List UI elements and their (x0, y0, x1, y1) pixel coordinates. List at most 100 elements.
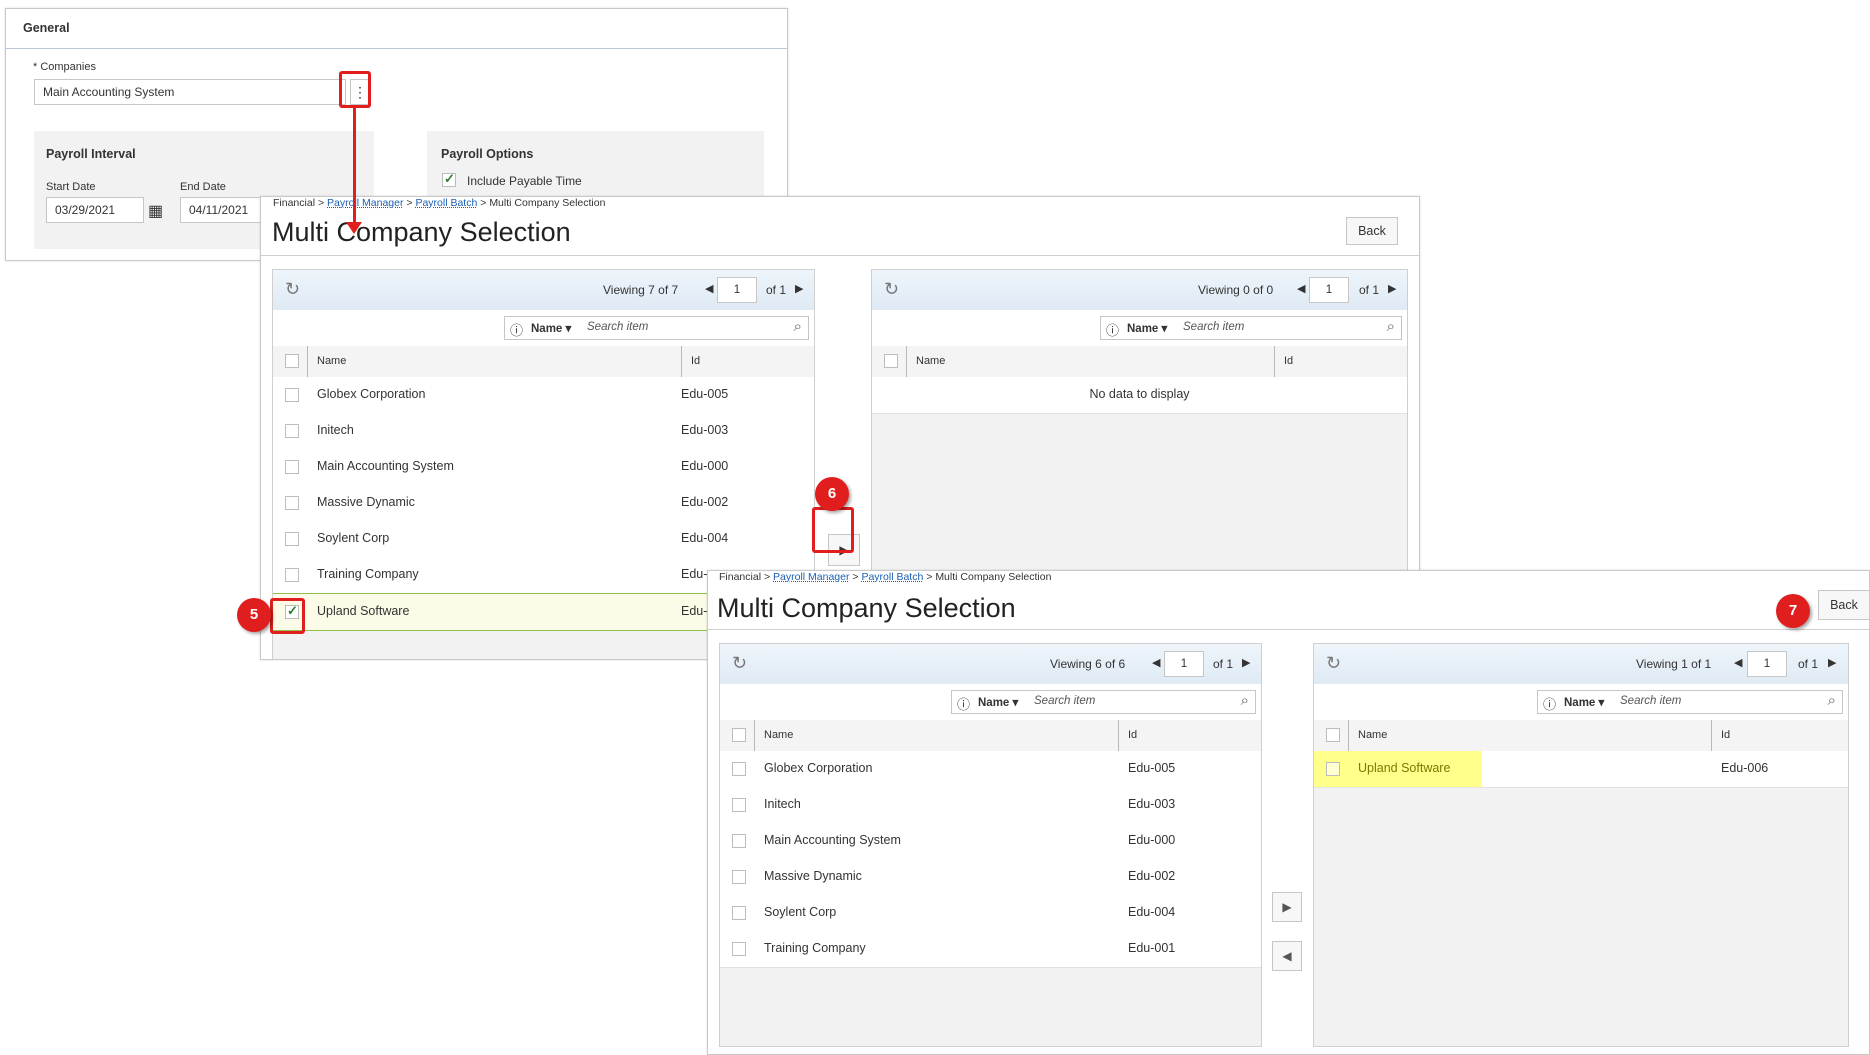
filter-label: Name (531, 323, 563, 335)
move-left-button[interactable]: ◀ (1272, 941, 1302, 971)
page-number-input[interactable]: 1 (1164, 651, 1204, 677)
table-row[interactable]: Soylent Corp Edu-004 (273, 521, 814, 558)
row-checkbox[interactable] (285, 496, 299, 510)
refresh-icon[interactable]: ↻ (732, 653, 747, 674)
row-checkbox[interactable] (285, 460, 299, 474)
row-checkbox[interactable] (732, 798, 746, 812)
filter-field-dropdown[interactable]: Name ▾ (531, 321, 571, 335)
row-checkbox[interactable] (285, 388, 299, 402)
prev-page-icon[interactable]: ◀ (705, 282, 713, 295)
filter-field-dropdown[interactable]: Name ▾ (1564, 695, 1604, 709)
grid-toolbar: ↻ Viewing 0 of 0 ◀ 1 of 1 ▶ (872, 270, 1407, 311)
select-all-checkbox[interactable] (285, 354, 299, 368)
include-payable-time-checkbox[interactable] (442, 171, 456, 187)
column-name-header[interactable]: Name (317, 355, 346, 367)
search-input[interactable]: Search item (1183, 321, 1244, 333)
row-checkbox[interactable] (285, 424, 299, 438)
info-icon: ⓘ (510, 323, 524, 338)
select-all-checkbox[interactable] (884, 354, 898, 368)
search-box[interactable]: ⓘ Name ▾ Search item ⌕ (1100, 316, 1402, 340)
row-checkbox[interactable] (285, 568, 299, 582)
calendar-icon[interactable]: ▦ (148, 201, 163, 221)
companies-field[interactable]: Main Accounting System (34, 79, 346, 105)
search-icon[interactable]: ⌕ (1241, 692, 1249, 709)
back-button[interactable]: Back (1818, 590, 1869, 620)
table-row[interactable]: Main Accounting System Edu-000 (273, 449, 814, 486)
search-box[interactable]: ⓘ Name ▾ Search item ⌕ (504, 316, 809, 340)
column-id-header[interactable]: Id (691, 355, 700, 367)
include-payable-time-label: Include Payable Time (467, 174, 582, 188)
grid-toolbar: ↻ Viewing 6 of 6 ◀ 1 of 1 ▶ (720, 644, 1261, 685)
prev-page-icon[interactable]: ◀ (1734, 656, 1742, 669)
table-row[interactable]: Globex Corporation Edu-005 (273, 377, 814, 414)
info-icon: ⓘ (1543, 697, 1557, 712)
search-icon[interactable]: ⌕ (1387, 318, 1395, 335)
table-row[interactable]: Globex Corporation Edu-005 (720, 751, 1261, 788)
next-page-icon[interactable]: ▶ (1828, 656, 1836, 669)
column-id-header[interactable]: Id (1721, 729, 1730, 741)
back-button[interactable]: Back (1346, 217, 1398, 245)
row-checkbox[interactable] (732, 942, 746, 956)
column-name-header[interactable]: Name (1358, 729, 1387, 741)
page-number-input[interactable]: 1 (1747, 651, 1787, 677)
filter-field-dropdown[interactable]: Name ▾ (1127, 321, 1167, 335)
column-name-header[interactable]: Name (916, 355, 945, 367)
arrow-head-icon (346, 222, 362, 234)
viewing-count: Viewing 1 of 1 (1636, 657, 1712, 671)
breadcrumb-payroll-manager[interactable]: Payroll Manager (327, 197, 403, 209)
select-all-checkbox[interactable] (732, 728, 746, 742)
column-id-header[interactable]: Id (1284, 355, 1293, 367)
row-name: Massive Dynamic (764, 869, 862, 883)
search-input[interactable]: Search item (1620, 695, 1681, 707)
start-date-field[interactable]: 03/29/2021 (46, 197, 144, 223)
column-name-header[interactable]: Name (764, 729, 793, 741)
next-page-icon[interactable]: ▶ (1388, 282, 1396, 295)
selected-companies-grid: ↻ Viewing 1 of 1 ◀ 1 of 1 ▶ ⓘ Name ▾ Sea… (1313, 643, 1849, 1047)
row-checkbox[interactable] (732, 870, 746, 884)
table-row[interactable]: Massive Dynamic Edu-002 (273, 485, 814, 522)
table-row[interactable]: Upland Software Edu-006 (1314, 751, 1848, 788)
table-row[interactable]: Main Accounting System Edu-000 (720, 823, 1261, 860)
table-row[interactable]: Initech Edu-003 (720, 787, 1261, 824)
search-box[interactable]: ⓘ Name ▾ Search item ⌕ (951, 690, 1256, 714)
select-all-checkbox[interactable] (1326, 728, 1340, 742)
table-row[interactable]: Training Company Edu-001 (720, 931, 1261, 968)
prev-page-icon[interactable]: ◀ (1152, 656, 1160, 669)
title-divider (261, 255, 1419, 256)
page-number-input[interactable]: 1 (1309, 277, 1349, 303)
table-row[interactable]: Soylent Corp Edu-004 (720, 895, 1261, 932)
next-page-icon[interactable]: ▶ (795, 282, 803, 295)
refresh-icon[interactable]: ↻ (285, 279, 300, 300)
column-separator (906, 346, 907, 377)
page-number-input[interactable]: 1 (717, 277, 757, 303)
row-name: Massive Dynamic (317, 495, 415, 509)
row-checkbox[interactable] (732, 762, 746, 776)
search-icon[interactable]: ⌕ (794, 318, 802, 335)
search-box[interactable]: ⓘ Name ▾ Search item ⌕ (1537, 690, 1843, 714)
row-checkbox[interactable] (732, 834, 746, 848)
table-row[interactable]: Initech Edu-003 (273, 413, 814, 450)
companies-label: * Companies (33, 61, 96, 73)
row-checkbox[interactable] (285, 532, 299, 546)
breadcrumb-payroll-batch[interactable]: Payroll Batch (415, 197, 477, 209)
search-icon[interactable]: ⌕ (1828, 692, 1836, 709)
refresh-icon[interactable]: ↻ (1326, 653, 1341, 674)
row-checkbox[interactable] (1326, 762, 1340, 776)
row-id: Edu-002 (1128, 869, 1176, 883)
column-id-header[interactable]: Id (1128, 729, 1137, 741)
next-page-icon[interactable]: ▶ (1242, 656, 1250, 669)
filter-label: Name (978, 697, 1010, 709)
filter-label: Name (1127, 323, 1159, 335)
table-row[interactable]: Massive Dynamic Edu-002 (720, 859, 1261, 896)
search-input[interactable]: Search item (587, 321, 648, 333)
row-id: Edu- (681, 604, 708, 618)
filter-field-dropdown[interactable]: Name ▾ (978, 695, 1018, 709)
row-name: Main Accounting System (317, 459, 454, 473)
prev-page-icon[interactable]: ◀ (1297, 282, 1305, 295)
breadcrumb-payroll-batch[interactable]: Payroll Batch (861, 571, 923, 583)
move-right-button[interactable]: ▶ (1272, 892, 1302, 922)
refresh-icon[interactable]: ↻ (884, 279, 899, 300)
breadcrumb-payroll-manager[interactable]: Payroll Manager (773, 571, 849, 583)
search-input[interactable]: Search item (1034, 695, 1095, 707)
row-checkbox[interactable] (732, 906, 746, 920)
